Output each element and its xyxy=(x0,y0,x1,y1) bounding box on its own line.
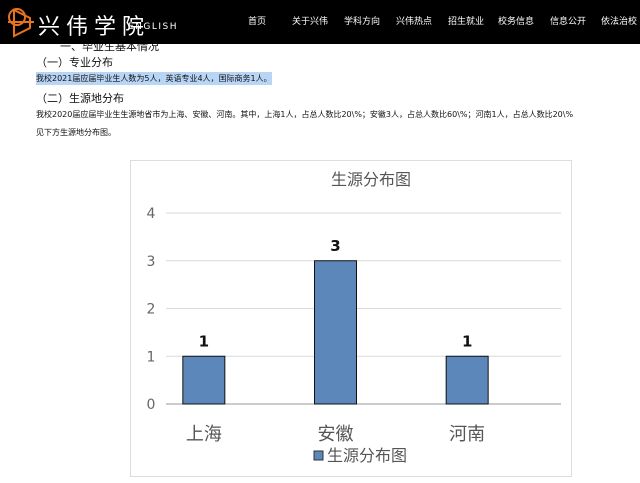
y-tick-label: 1 xyxy=(147,349,156,365)
data-label: 1 xyxy=(462,332,472,350)
nav-disciplines[interactable]: 学科方向 xyxy=(344,14,380,27)
legend-label: 生源分布图 xyxy=(327,446,407,465)
english-link[interactable]: ENGLISH xyxy=(128,22,178,32)
section-heading-origin: （二）生源地分布 xyxy=(36,92,124,105)
data-label: 3 xyxy=(330,237,340,255)
header: 兴伟学院 ENGLISH 首页 关于兴伟 学科方向 兴伟热点 招生就业 校务信息… xyxy=(0,0,640,44)
nav-law[interactable]: 依法治校 xyxy=(601,14,637,27)
nav-news[interactable]: 兴伟热点 xyxy=(396,14,432,27)
legend-swatch xyxy=(313,450,324,461)
data-label: 1 xyxy=(199,332,209,350)
nav-disclosure[interactable]: 信息公开 xyxy=(550,14,586,27)
bar xyxy=(445,355,489,405)
logo-icon[interactable] xyxy=(6,6,36,40)
y-tick-label: 3 xyxy=(147,254,156,270)
origin-note: 见下方生源地分布图。 xyxy=(36,128,116,137)
y-tick-label: 4 xyxy=(147,206,156,222)
x-tick-label: 河南 xyxy=(449,424,485,445)
chart-title: 生源分布图 xyxy=(331,170,411,189)
nav-admissions[interactable]: 招生就业 xyxy=(448,14,484,27)
y-tick-label: 0 xyxy=(147,397,156,413)
nav-home[interactable]: 首页 xyxy=(248,14,266,27)
section-heading-majors: （一）专业分布 xyxy=(36,56,113,69)
majors-paragraph: 我校2021届应届毕业生人数为5人，英语专业4人，国际商务1人。 xyxy=(36,72,272,85)
origin-paragraph: 我校2020届应届毕业生生源地省市为上海、安徽、河南。其中，上海1人，占总人数比… xyxy=(36,110,574,119)
y-tick-label: 2 xyxy=(147,302,156,318)
nav-about[interactable]: 关于兴伟 xyxy=(292,14,328,27)
nav-affairs[interactable]: 校务信息 xyxy=(498,14,534,27)
origin-chart: 生源分布图 0 1 2 3 4 1 上海 3 安徽 1 河南 生源分布图 xyxy=(130,160,572,477)
x-tick-label: 上海 xyxy=(186,424,222,445)
bar xyxy=(182,355,226,405)
x-tick-label: 安徽 xyxy=(318,424,354,445)
bar-chart: 生源分布图 012341上海3安徽1河南生源分布图 xyxy=(147,170,561,465)
bar xyxy=(314,260,357,405)
